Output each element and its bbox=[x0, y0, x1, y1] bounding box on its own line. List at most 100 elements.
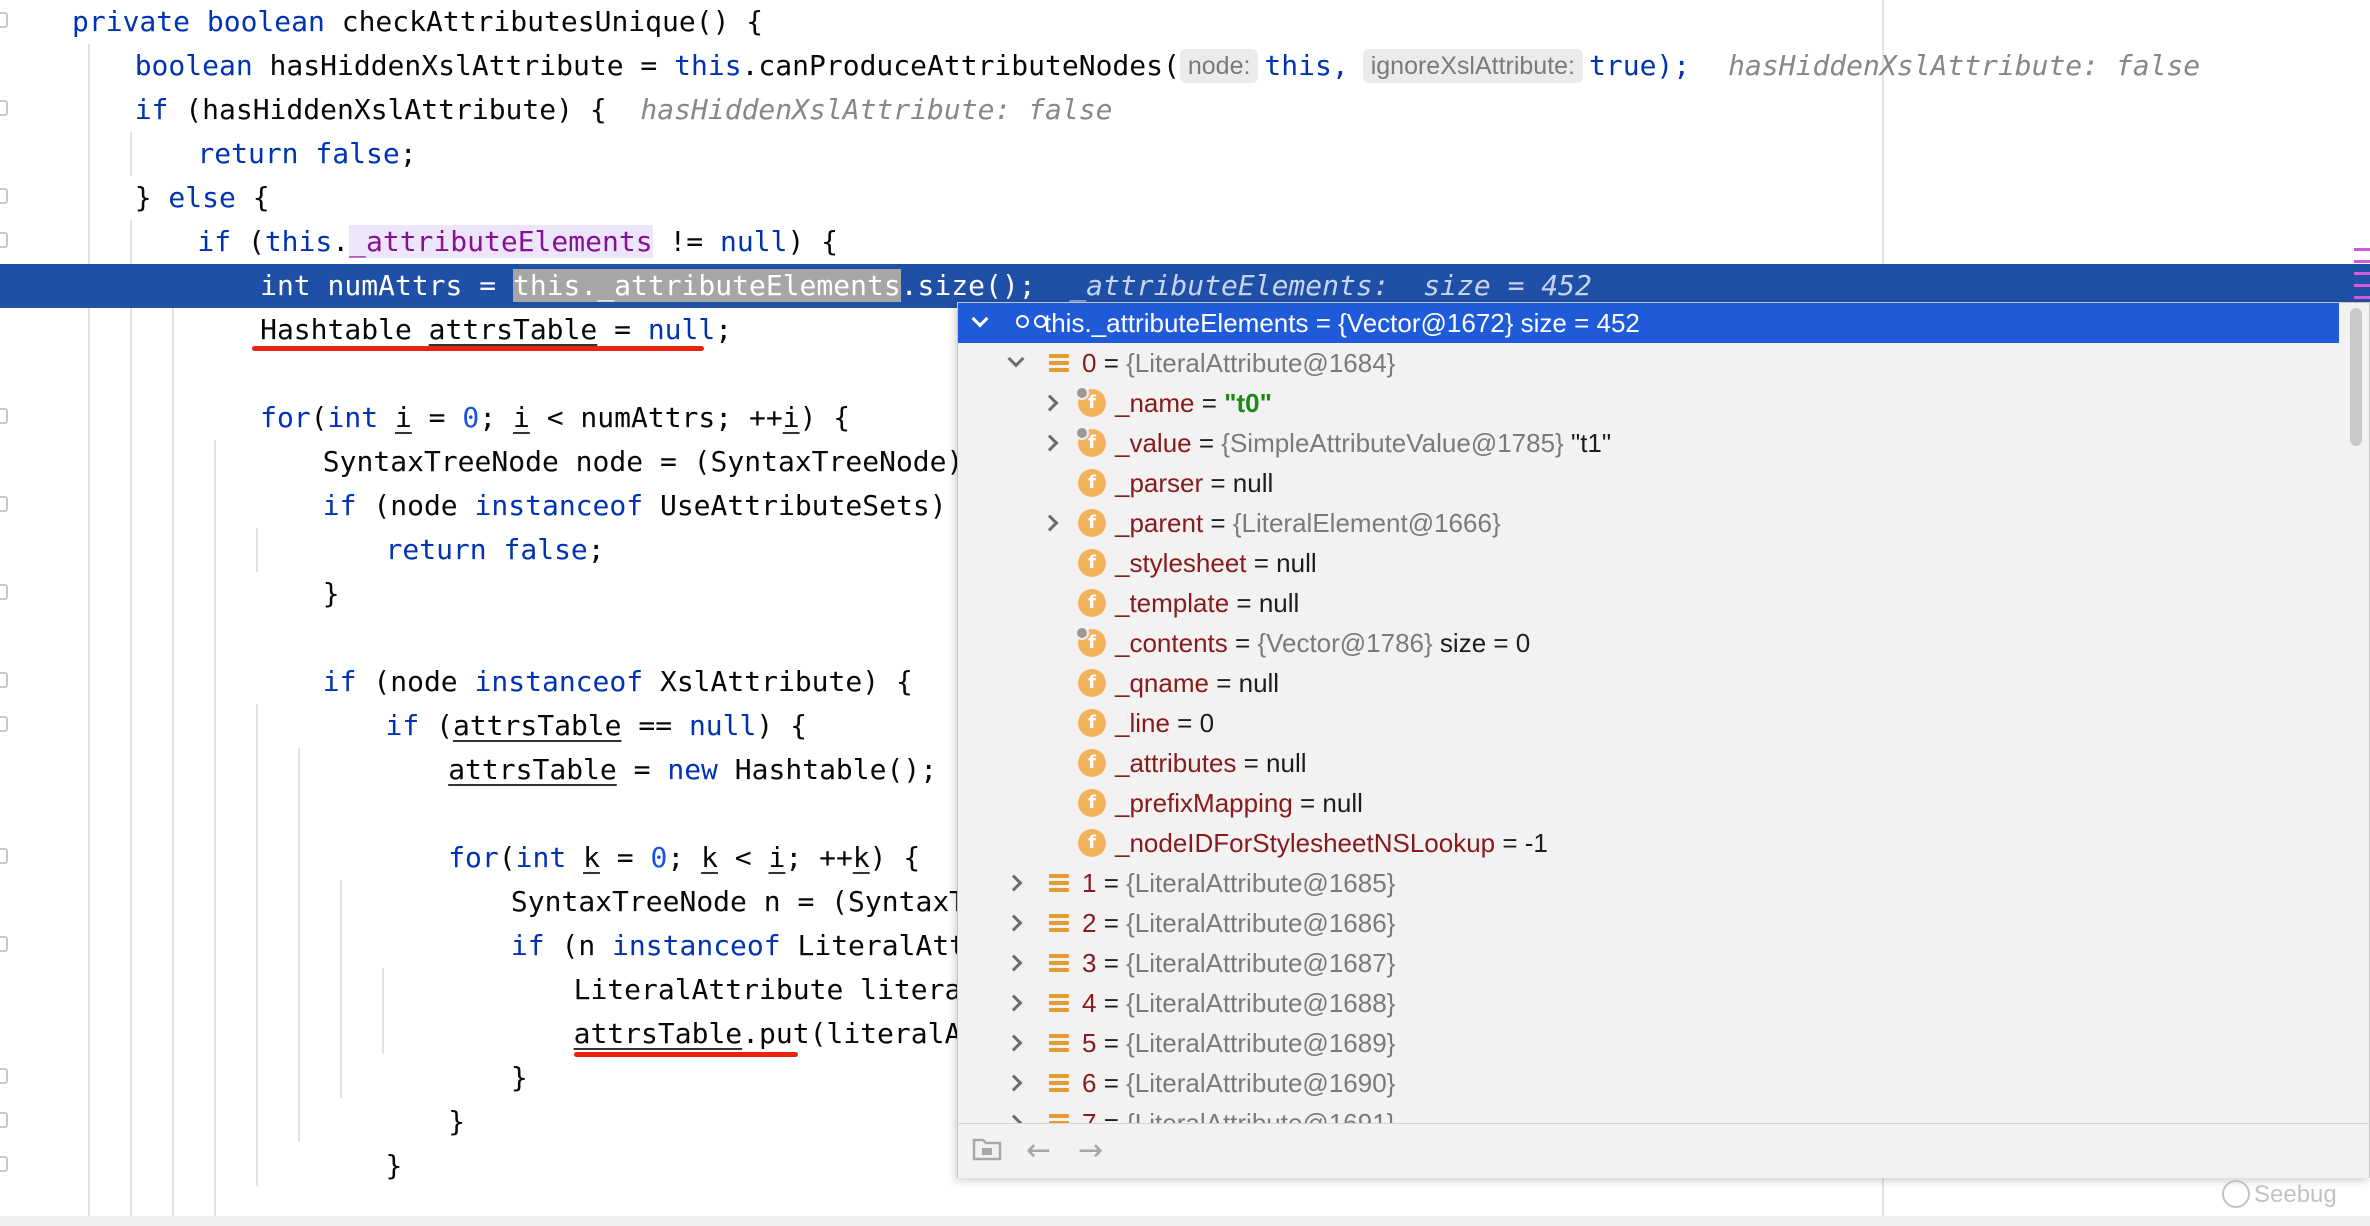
code-token: k bbox=[583, 841, 600, 874]
tree-row-field[interactable]: f _parent = {LiteralElement@1666} bbox=[958, 503, 2338, 543]
element-eq: = bbox=[1096, 908, 1127, 938]
field-name: _line bbox=[1115, 708, 1170, 738]
tree-row-field[interactable]: f _prefixMapping = null bbox=[958, 783, 2338, 823]
folder-icon[interactable] bbox=[972, 1134, 1002, 1162]
field-eq: = bbox=[1203, 468, 1233, 498]
code-token: Hashtable(); bbox=[734, 753, 938, 786]
code-editor[interactable]: private boolean checkAttributesUnique() … bbox=[0, 0, 2370, 1226]
code-token: ; bbox=[479, 401, 513, 434]
inline-debug-value: hasHiddenXslAttribute: false bbox=[1728, 49, 2201, 82]
code-token: k bbox=[852, 841, 870, 874]
field-ref: {LiteralElement@1666} bbox=[1232, 508, 1501, 538]
tree-row-field[interactable]: f _template = null bbox=[958, 583, 2338, 623]
array-element-icon bbox=[1049, 994, 1069, 1012]
chevron-right-icon[interactable] bbox=[1005, 954, 1023, 972]
code-token: (node bbox=[373, 665, 475, 698]
code-token: SyntaxTreeNode node = (SyntaxTreeNode) bbox=[322, 445, 964, 478]
tree-row-element-0[interactable]: 0 = {LiteralAttribute@1684} bbox=[958, 343, 2338, 383]
array-element-icon bbox=[1049, 954, 1069, 972]
array-element-icon bbox=[1049, 1034, 1069, 1052]
field-val: -1 bbox=[1524, 828, 1548, 858]
code-token: (node bbox=[373, 489, 475, 522]
array-element-icon bbox=[1049, 1074, 1069, 1092]
code-token: = bbox=[411, 401, 463, 434]
inline-debug-value: hasHiddenXslAttribute: false bbox=[640, 93, 1113, 126]
code-token: numAttrs = bbox=[327, 269, 513, 302]
tree-row-field[interactable]: f _parser = null bbox=[958, 463, 2338, 503]
chevron-right-icon[interactable] bbox=[1041, 514, 1059, 532]
code-token: private boolean bbox=[72, 5, 342, 38]
element-name: 1 bbox=[1082, 868, 1097, 898]
debugger-value-popup[interactable]: this._attributeElements = {Vector@1672} … bbox=[957, 302, 2370, 1178]
element-eq: = bbox=[1096, 1068, 1127, 1098]
code-token: instanceof bbox=[474, 665, 660, 698]
popup-scrollbar[interactable] bbox=[2341, 303, 2369, 1123]
tree-row-element[interactable]: 3 = {LiteralAttribute@1687} bbox=[958, 943, 2338, 983]
code-token: ) { bbox=[756, 709, 807, 742]
tree-row-field[interactable]: f _contents = {Vector@1786} size = 0 bbox=[958, 623, 2338, 663]
forward-arrow-button[interactable]: → bbox=[1078, 1136, 1103, 1166]
code-token: attrsTable bbox=[452, 709, 622, 742]
code-token: boolean bbox=[134, 49, 270, 82]
tree-row-element[interactable]: 7 = {LiteralAttribute@1691} bbox=[958, 1103, 2338, 1125]
chevron-right-icon[interactable] bbox=[1005, 1034, 1023, 1052]
tree-row-field[interactable]: f _value = {SimpleAttributeValue@1785} "t… bbox=[958, 423, 2338, 463]
tree-row-element[interactable]: 2 = {LiteralAttribute@1686} bbox=[958, 903, 2338, 943]
field-eq: = bbox=[1495, 828, 1525, 858]
field-eq: = bbox=[1194, 388, 1225, 418]
tree-row-element[interactable]: 5 = {LiteralAttribute@1689} bbox=[958, 1023, 2338, 1063]
chevron-right-icon[interactable] bbox=[1041, 434, 1059, 452]
code-token: for bbox=[260, 401, 311, 434]
field-icon: f bbox=[1078, 469, 1106, 497]
tree-row-element[interactable]: 1 = {LiteralAttribute@1685} bbox=[958, 863, 2338, 903]
code-line[interactable]: boolean hasHiddenXslAttribute = this.can… bbox=[0, 44, 2370, 88]
watermark: Seebug bbox=[2222, 1180, 2337, 1209]
code-line[interactable]: return false; bbox=[0, 132, 2370, 176]
tree-row-field[interactable]: f _attributes = null bbox=[958, 743, 2338, 783]
tree-row-field[interactable]: f _line = 0 bbox=[958, 703, 2338, 743]
horizontal-scrollbar[interactable] bbox=[0, 1216, 2370, 1226]
tree-row-field[interactable]: f _nodeIDForStylesheetNSLookup = -1 bbox=[958, 823, 2338, 863]
chevron-right-icon[interactable] bbox=[1005, 994, 1023, 1012]
chevron-right-icon[interactable] bbox=[1005, 1074, 1023, 1092]
chevron-right-icon[interactable] bbox=[1005, 914, 1023, 932]
popup-footer: ← → bbox=[958, 1123, 2369, 1178]
seebug-logo-icon bbox=[2222, 1180, 2250, 1208]
code-token: = bbox=[616, 753, 668, 786]
back-arrow-button[interactable]: ← bbox=[1026, 1136, 1051, 1166]
code-token: i bbox=[782, 401, 800, 434]
code-token: ) { bbox=[787, 225, 839, 258]
chevron-down-icon[interactable] bbox=[971, 310, 989, 328]
field-eq: = bbox=[1236, 748, 1267, 778]
field-icon: f bbox=[1078, 829, 1106, 857]
field-icon: f bbox=[1078, 749, 1106, 777]
field-name: _name bbox=[1115, 388, 1195, 418]
array-element-icon bbox=[1049, 874, 1069, 892]
code-token: if bbox=[385, 709, 437, 742]
chevron-right-icon[interactable] bbox=[1005, 874, 1023, 892]
chevron-right-icon[interactable] bbox=[1041, 394, 1059, 412]
popup-scroll-thumb[interactable] bbox=[2350, 308, 2362, 446]
field-icon: f bbox=[1078, 669, 1106, 697]
code-line[interactable]: if (hasHiddenXslAttribute) { hasHiddenXs… bbox=[0, 88, 2370, 132]
code-line[interactable]: private boolean checkAttributesUnique() … bbox=[0, 0, 2370, 44]
code-token: } bbox=[134, 181, 169, 214]
field-name: _nodeIDForStylesheetNSLookup bbox=[1115, 828, 1496, 858]
tree-row-element[interactable]: 4 = {LiteralAttribute@1688} bbox=[958, 983, 2338, 1023]
code-token: ( bbox=[498, 841, 516, 874]
code-line[interactable]: } else { bbox=[0, 176, 2370, 220]
tree-row-field[interactable]: f _qname = null bbox=[958, 663, 2338, 703]
code-line[interactable]: if (this._attributeElements != null) { bbox=[0, 220, 2370, 264]
tree-row-field[interactable]: f _name = "t0" bbox=[958, 383, 2338, 423]
chevron-down-icon[interactable] bbox=[1007, 350, 1025, 368]
element-eq: = bbox=[1096, 1028, 1127, 1058]
code-token: for bbox=[448, 841, 499, 874]
field-val: null bbox=[1266, 748, 1307, 778]
tree-row-field[interactable]: f _stylesheet = null bbox=[958, 543, 2338, 583]
code-token: attrsTable bbox=[428, 313, 598, 346]
field-name: _qname bbox=[1115, 668, 1209, 698]
tree-row-root[interactable]: this._attributeElements = {Vector@1672} … bbox=[958, 303, 2339, 343]
tree-row-element[interactable]: 6 = {LiteralAttribute@1690} bbox=[958, 1063, 2338, 1103]
code-token: checkAttributesUnique() { bbox=[341, 5, 764, 38]
code-token: ; bbox=[715, 313, 733, 346]
